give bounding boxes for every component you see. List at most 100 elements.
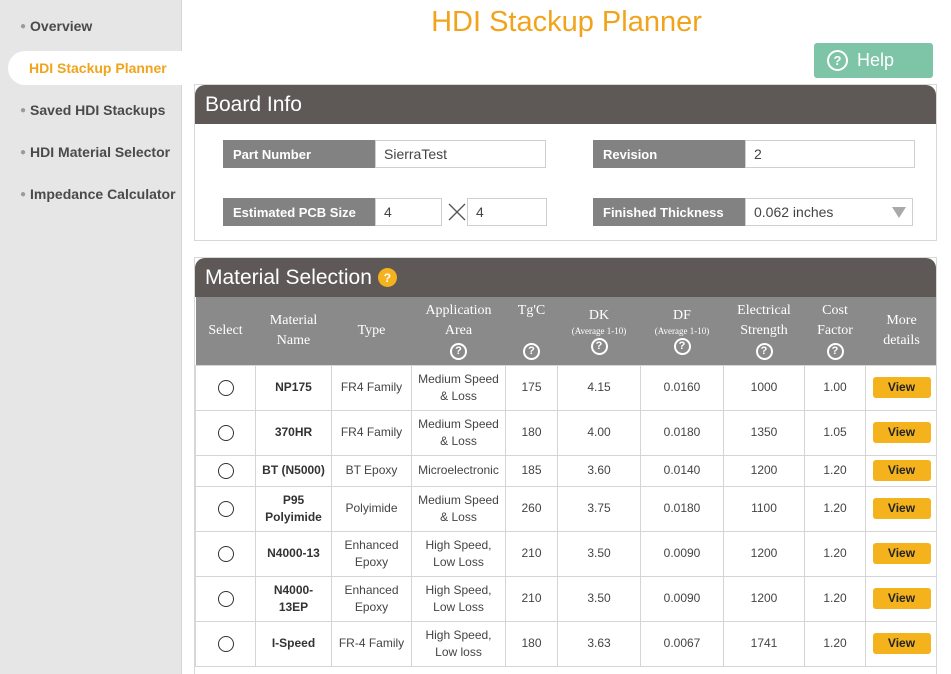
- more-details-cell: View: [865, 620, 936, 667]
- dk-cell: 3.50: [557, 575, 641, 622]
- sidebar-item-saved-hdi-stackups[interactable]: ● Saved HDI Stackups: [0, 93, 165, 127]
- material-name-cell: I-Speed: [255, 620, 332, 667]
- bullet-icon: ●: [20, 20, 27, 32]
- bullet-icon: ●: [20, 188, 27, 200]
- part-number-input[interactable]: SierraTest: [375, 140, 546, 168]
- df-cell: 0.0090: [640, 575, 724, 622]
- pcb-size-y-input[interactable]: 4: [467, 198, 547, 226]
- pcb-size-label: Estimated PCB Size: [223, 198, 375, 226]
- type-cell: Enhanced Epoxy: [331, 575, 412, 622]
- dk-cell: 3.63: [557, 620, 641, 667]
- table-row[interactable]: P95 Polyimide Polyimide Medium Speed & Loss 2…: [195, 485, 936, 532]
- material-name-cell: NP175: [255, 364, 332, 411]
- view-button[interactable]: View: [872, 633, 931, 654]
- type-cell: FR4 Family: [331, 364, 412, 411]
- col-electrical-strength: Electrical Strength?: [723, 297, 805, 365]
- select-cell: [195, 530, 256, 577]
- finished-thickness-value: 0.062 inches: [754, 204, 834, 220]
- df-cell: 0.0090: [640, 530, 724, 577]
- select-cell: [195, 454, 256, 487]
- dk-cell: 4.15: [557, 364, 641, 411]
- select-radio[interactable]: [217, 545, 234, 562]
- cost-factor-cell: 1.20: [804, 485, 866, 532]
- col-cost-factor: Cost Factor?: [804, 297, 866, 365]
- sidebar-item-label: HDI Material Selector: [30, 144, 171, 160]
- help-button-label: Help: [857, 50, 895, 70]
- select-cell: [195, 364, 256, 411]
- df-cell: 0.0160: [640, 364, 724, 411]
- select-radio[interactable]: [217, 590, 234, 607]
- table-row[interactable]: N4000- 13EP Enhanced Epoxy High Speed, Low Lo…: [195, 575, 936, 622]
- select-radio[interactable]: [217, 379, 234, 396]
- question-circle-icon[interactable]: ?: [755, 342, 773, 360]
- sidebar-item-hdi-stackup-planner[interactable]: HDI Stackup Planner: [8, 51, 183, 85]
- table-row[interactable]: BT (N5000) BT Epoxy Microelectronic 185 3.60…: [195, 454, 936, 487]
- finished-thickness-select[interactable]: 0.062 inches: [745, 198, 913, 226]
- more-details-cell: View: [865, 530, 936, 577]
- cost-factor-cell: 1.00: [804, 364, 866, 411]
- select-radio[interactable]: [217, 635, 234, 652]
- material-name-cell: P95 Polyimide: [255, 485, 332, 532]
- table-header-row: Select Material Name Type Application Area…: [195, 297, 936, 365]
- col-tg: Tg'C?: [505, 297, 558, 365]
- page-title: HDI Stackup Planner: [431, 6, 702, 38]
- view-button[interactable]: View: [872, 543, 931, 564]
- question-circle-icon[interactable]: ?: [590, 337, 608, 355]
- sidebar-item-label: Saved HDI Stackups: [30, 102, 166, 118]
- material-name-cell: N4000-13: [255, 530, 332, 577]
- col-type: Type: [331, 297, 412, 365]
- help-button[interactable]: ? Help: [814, 43, 933, 78]
- part-number-label: Part Number: [223, 140, 375, 168]
- material-name-cell: N4000- 13EP: [255, 575, 332, 622]
- table-row[interactable]: N4000-13 Enhanced Epoxy High Speed, Low Loss…: [195, 530, 936, 577]
- pcb-size-x-input[interactable]: 4: [375, 198, 442, 226]
- material-selection-title: Material Selection: [205, 265, 372, 289]
- select-radio[interactable]: [217, 424, 234, 441]
- sidebar-item-label: Impedance Calculator: [30, 186, 176, 202]
- material-name-cell: BT (N5000): [255, 454, 332, 487]
- material-name-cell: 370HR: [255, 409, 332, 456]
- revision-input[interactable]: 2: [745, 140, 915, 168]
- more-details-cell: View: [865, 485, 936, 532]
- sidebar-item-overview[interactable]: ● Overview: [0, 9, 92, 43]
- cost-factor-cell: 1.20: [804, 454, 866, 487]
- cost-factor-cell: 1.20: [804, 620, 866, 667]
- view-button[interactable]: View: [872, 460, 931, 481]
- dk-cell: 3.50: [557, 530, 641, 577]
- col-more-details: More details: [865, 297, 936, 365]
- table-row[interactable]: I-Speed FR-4 Family High Speed, Low loss 180…: [195, 620, 936, 667]
- table-row[interactable]: 370HR FR4 Family Medium Speed & Loss 180 4.00…: [195, 409, 936, 456]
- question-circle-icon[interactable]: ?: [826, 342, 844, 360]
- select-radio[interactable]: [217, 462, 234, 479]
- sidebar-item-hdi-material-selector[interactable]: ● HDI Material Selector: [0, 135, 170, 169]
- tg-cell: 175: [505, 364, 558, 411]
- electrical-strength-cell: 1200: [723, 454, 805, 487]
- view-button[interactable]: View: [872, 377, 931, 398]
- question-circle-icon[interactable]: ?: [450, 342, 467, 360]
- view-button[interactable]: View: [872, 588, 931, 609]
- application-area-cell: High Speed, Low Loss: [411, 530, 506, 577]
- view-button[interactable]: View: [872, 498, 931, 519]
- select-radio[interactable]: [217, 500, 234, 517]
- revision-field: Revision 2: [593, 140, 915, 168]
- dk-cell: 3.60: [557, 454, 641, 487]
- application-area-cell: Microelectronic: [411, 454, 506, 487]
- view-button[interactable]: View: [872, 422, 931, 443]
- question-circle-icon[interactable]: ?: [523, 343, 540, 360]
- type-cell: BT Epoxy: [331, 454, 412, 487]
- tg-cell: 180: [505, 620, 558, 667]
- df-cell: 0.0180: [640, 485, 724, 532]
- application-area-cell: High Speed, Low loss: [411, 620, 506, 667]
- finished-thickness-field: Finished Thickness 0.062 inches: [593, 198, 913, 226]
- sidebar-item-label: Overview: [30, 18, 93, 34]
- question-circle-icon[interactable]: ?: [377, 268, 397, 287]
- electrical-strength-cell: 1200: [723, 575, 805, 622]
- select-cell: [195, 409, 256, 456]
- board-info-header: Board Info: [195, 85, 936, 124]
- sidebar-item-impedance-calculator[interactable]: ● Impedance Calculator: [0, 177, 176, 211]
- df-cell: 0.0140: [640, 454, 724, 487]
- tg-cell: 210: [505, 575, 558, 622]
- table-row[interactable]: NP175 FR4 Family Medium Speed & Loss 175 4.15…: [195, 364, 936, 411]
- question-circle-icon[interactable]: ?: [673, 337, 691, 355]
- tg-cell: 260: [505, 485, 558, 532]
